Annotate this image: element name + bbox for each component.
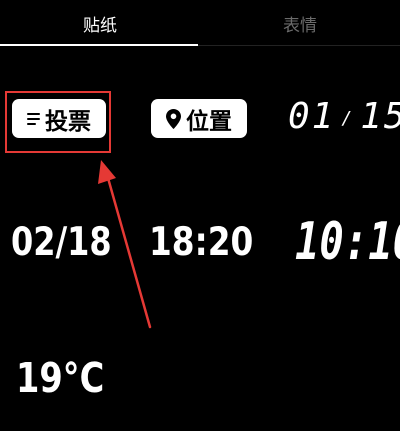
highlight-box bbox=[5, 91, 111, 153]
digital-date-day: 15 bbox=[360, 96, 400, 137]
tab-emoji[interactable]: 表情 bbox=[200, 0, 400, 46]
tab-divider bbox=[198, 45, 400, 46]
active-tab-indicator bbox=[0, 44, 198, 46]
digital-date-separator: / bbox=[341, 107, 355, 129]
digital-time-sticker[interactable]: 10:10 bbox=[295, 212, 400, 272]
sticker-panel: 贴纸 表情 投票 位置 01/15 02/18 18:20 10:10 19°C bbox=[0, 0, 400, 431]
tab-bar: 贴纸 表情 bbox=[0, 0, 400, 46]
digital-date-sticker[interactable]: 01/15 bbox=[288, 96, 400, 137]
location-pin-icon bbox=[166, 108, 181, 129]
location-sticker[interactable]: 位置 bbox=[151, 99, 247, 138]
temperature-sticker[interactable]: 19°C bbox=[16, 354, 104, 402]
bold-date-sticker[interactable]: 02/18 bbox=[11, 220, 112, 265]
digital-date-month: 01 bbox=[288, 96, 336, 137]
tab-stickers[interactable]: 贴纸 bbox=[0, 0, 200, 46]
bold-time-sticker[interactable]: 18:20 bbox=[149, 220, 253, 265]
location-sticker-label: 位置 bbox=[186, 108, 232, 135]
